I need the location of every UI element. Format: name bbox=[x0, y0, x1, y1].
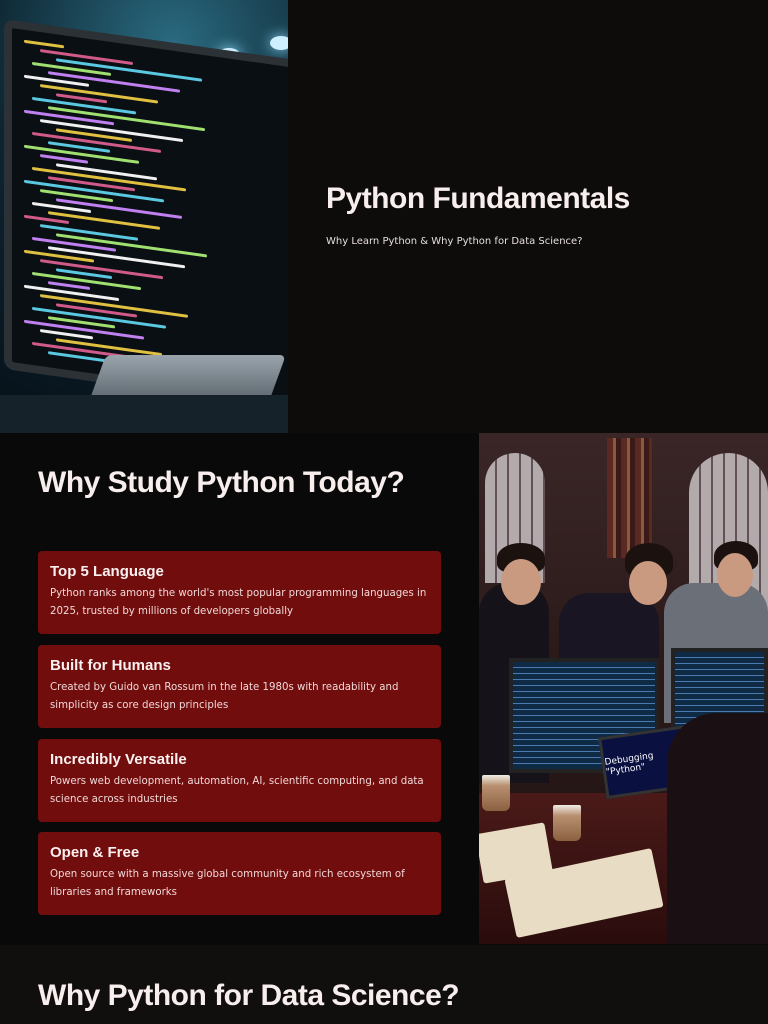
card-description: Python ranks among the world's most popu… bbox=[50, 588, 427, 617]
section-heading: Why Python for Data Science? bbox=[38, 979, 460, 1012]
feature-card: Built for Humans Created by Guido van Ro… bbox=[38, 645, 441, 728]
feature-card: Open & Free Open source with a massive g… bbox=[38, 832, 441, 915]
page-subtitle: Why Learn Python & Why Python for Data S… bbox=[326, 236, 583, 247]
card-description: Powers web development, automation, AI, … bbox=[50, 776, 424, 805]
card-title: Incredibly Versatile bbox=[50, 751, 187, 768]
card-title: Top 5 Language bbox=[50, 563, 164, 580]
feature-card: Top 5 Language Python ranks among the wo… bbox=[38, 551, 441, 634]
card-description: Created by Guido van Rossum in the late … bbox=[50, 682, 399, 711]
card-title: Built for Humans bbox=[50, 657, 171, 674]
hero-section: Python Fundamentals Why Learn Python & W… bbox=[0, 0, 768, 433]
page-title: Python Fundamentals bbox=[326, 182, 630, 215]
code-line bbox=[24, 39, 64, 49]
feature-card: Incredibly Versatile Powers web developm… bbox=[38, 739, 441, 822]
card-title: Open & Free bbox=[50, 844, 140, 861]
section-heading: Why Study Python Today? bbox=[38, 466, 405, 499]
code-monitor-image bbox=[0, 0, 288, 433]
card-description: Open source with a massive global commun… bbox=[50, 869, 405, 898]
students-coding-photo: Debugging "Python" bbox=[479, 433, 768, 944]
